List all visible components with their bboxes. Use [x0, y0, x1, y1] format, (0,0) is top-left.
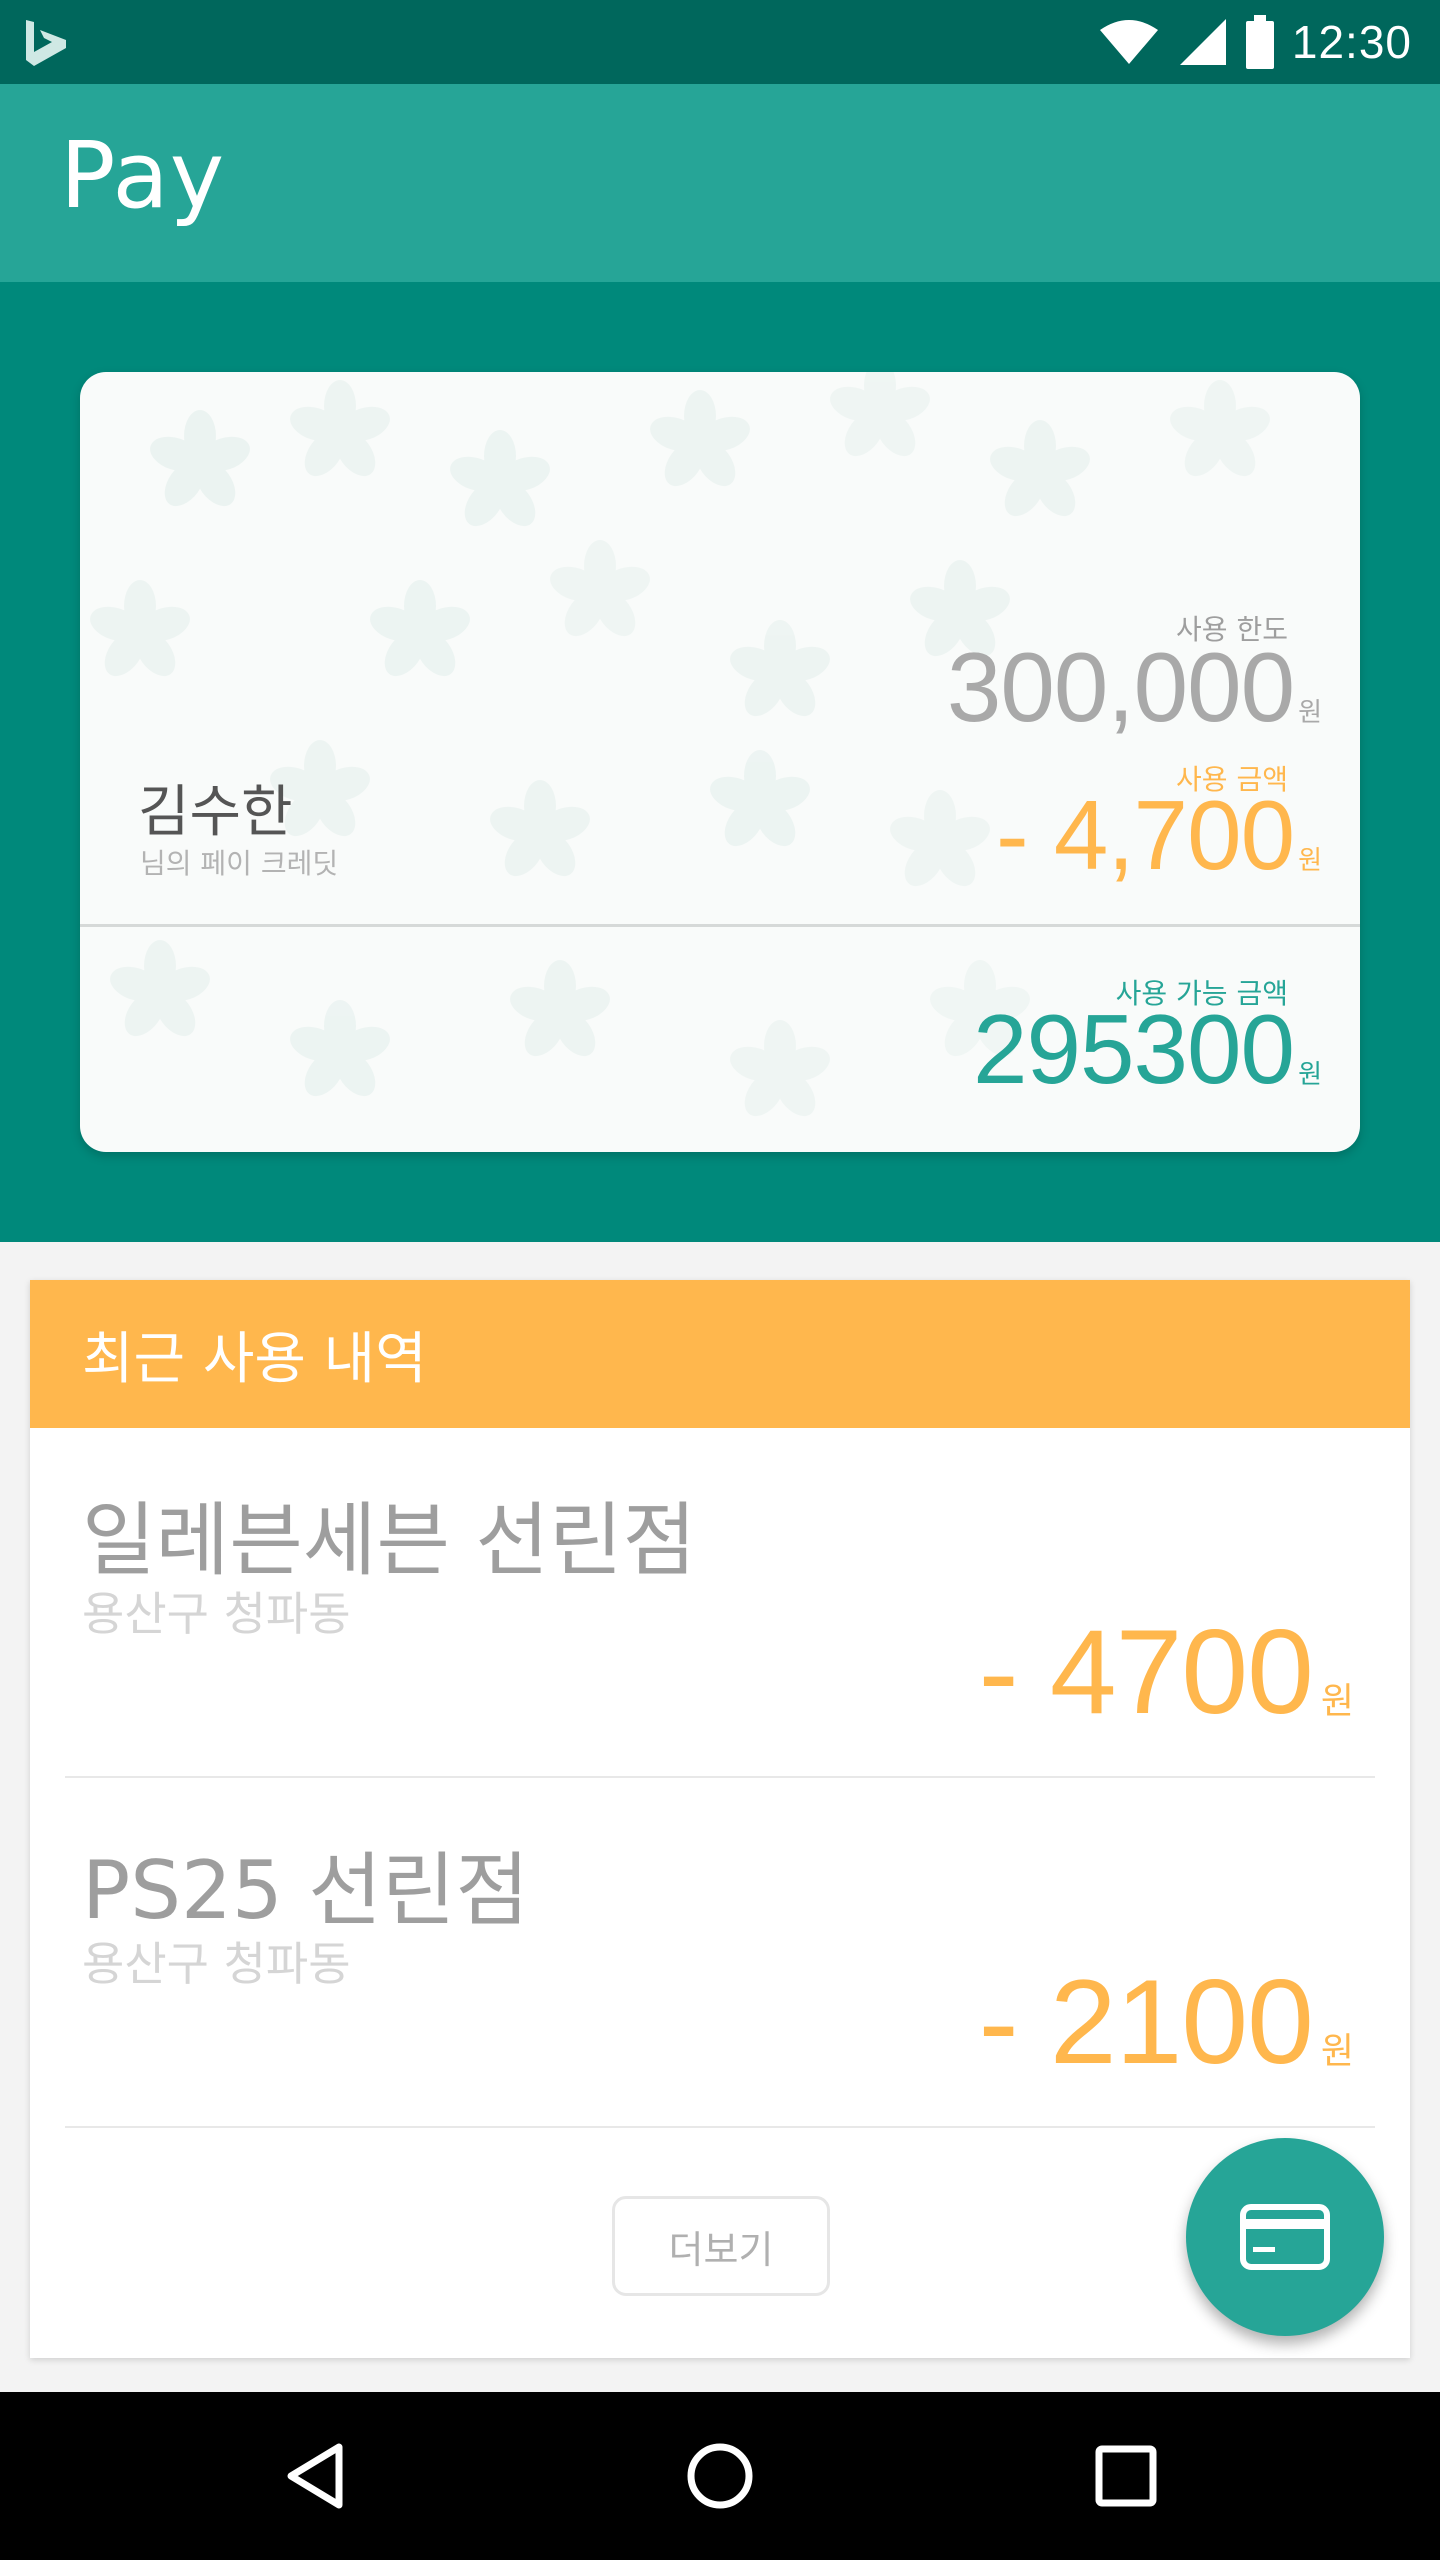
card-divider: [80, 924, 1360, 927]
home-button[interactable]: [670, 2426, 770, 2526]
available-unit: 원: [1298, 1060, 1322, 1090]
more-button[interactable]: 더보기: [612, 2196, 830, 2296]
available-amount: 295300 원: [973, 1000, 1322, 1098]
used-amount: - 4,700 원: [996, 786, 1322, 884]
list-item[interactable]: 일레븐세븐 선린점 용산구 청파동 - 4700 원: [30, 1428, 1410, 1778]
card-fab-button[interactable]: [1186, 2138, 1384, 2336]
recents-square-icon: [1095, 2445, 1157, 2507]
signal-icon: [1179, 19, 1226, 65]
credit-card[interactable]: 김수한 님의 페이 크레딧 사용 한도 300,000 원 사용 금액 - 4,7…: [80, 372, 1360, 1152]
bing-logo-icon: [26, 20, 66, 66]
amount-value: - 4700: [978, 1605, 1314, 1739]
transaction-amount: - 4700 원: [979, 1612, 1354, 1732]
list-divider: [65, 2126, 1375, 2128]
app-title: Pay: [60, 122, 226, 229]
home-circle-icon: [687, 2443, 753, 2509]
merchant-location: 용산구 청파동: [82, 1587, 351, 1641]
wifi-icon: [1099, 20, 1158, 64]
battery-icon: [1245, 15, 1274, 69]
merchant-name: 일레븐세븐 선린점: [82, 1494, 697, 1587]
used-unit: 원: [1298, 846, 1322, 876]
back-button[interactable]: [266, 2426, 366, 2526]
status-bar: 12:30: [0, 0, 1440, 84]
amount-value: - 2100: [978, 1955, 1314, 2089]
card-holder-subtitle: 님의 페이 크레딧: [140, 847, 339, 880]
merchant-location: 용산구 청파동: [82, 1937, 351, 1991]
used-value: - 4,700: [995, 780, 1295, 890]
card-holder-name: 김수한: [138, 780, 293, 845]
limit-unit: 원: [1298, 698, 1322, 728]
credit-card-icon: [1240, 2204, 1330, 2270]
limit-amount: 300,000 원: [947, 638, 1322, 736]
back-triangle-icon: [287, 2443, 343, 2509]
history-title: 최근 사용 내역: [82, 1326, 427, 1392]
history-header: 최근 사용 내역: [30, 1280, 1410, 1428]
list-item[interactable]: PS25 선린점 용산구 청파동 - 2100 원: [30, 1778, 1410, 2128]
amount-unit: 원: [1320, 1681, 1354, 1722]
transaction-amount: - 2100 원: [979, 1962, 1354, 2082]
recents-button[interactable]: [1076, 2426, 1176, 2526]
app-bar: Pay: [0, 84, 1440, 282]
limit-value: 300,000: [946, 632, 1295, 742]
merchant-name: PS25 선린점: [82, 1844, 530, 1937]
status-time: 12:30: [1291, 16, 1412, 68]
amount-unit: 원: [1320, 2031, 1354, 2072]
navigation-bar: [0, 2392, 1440, 2560]
available-value: 295300: [973, 994, 1295, 1104]
